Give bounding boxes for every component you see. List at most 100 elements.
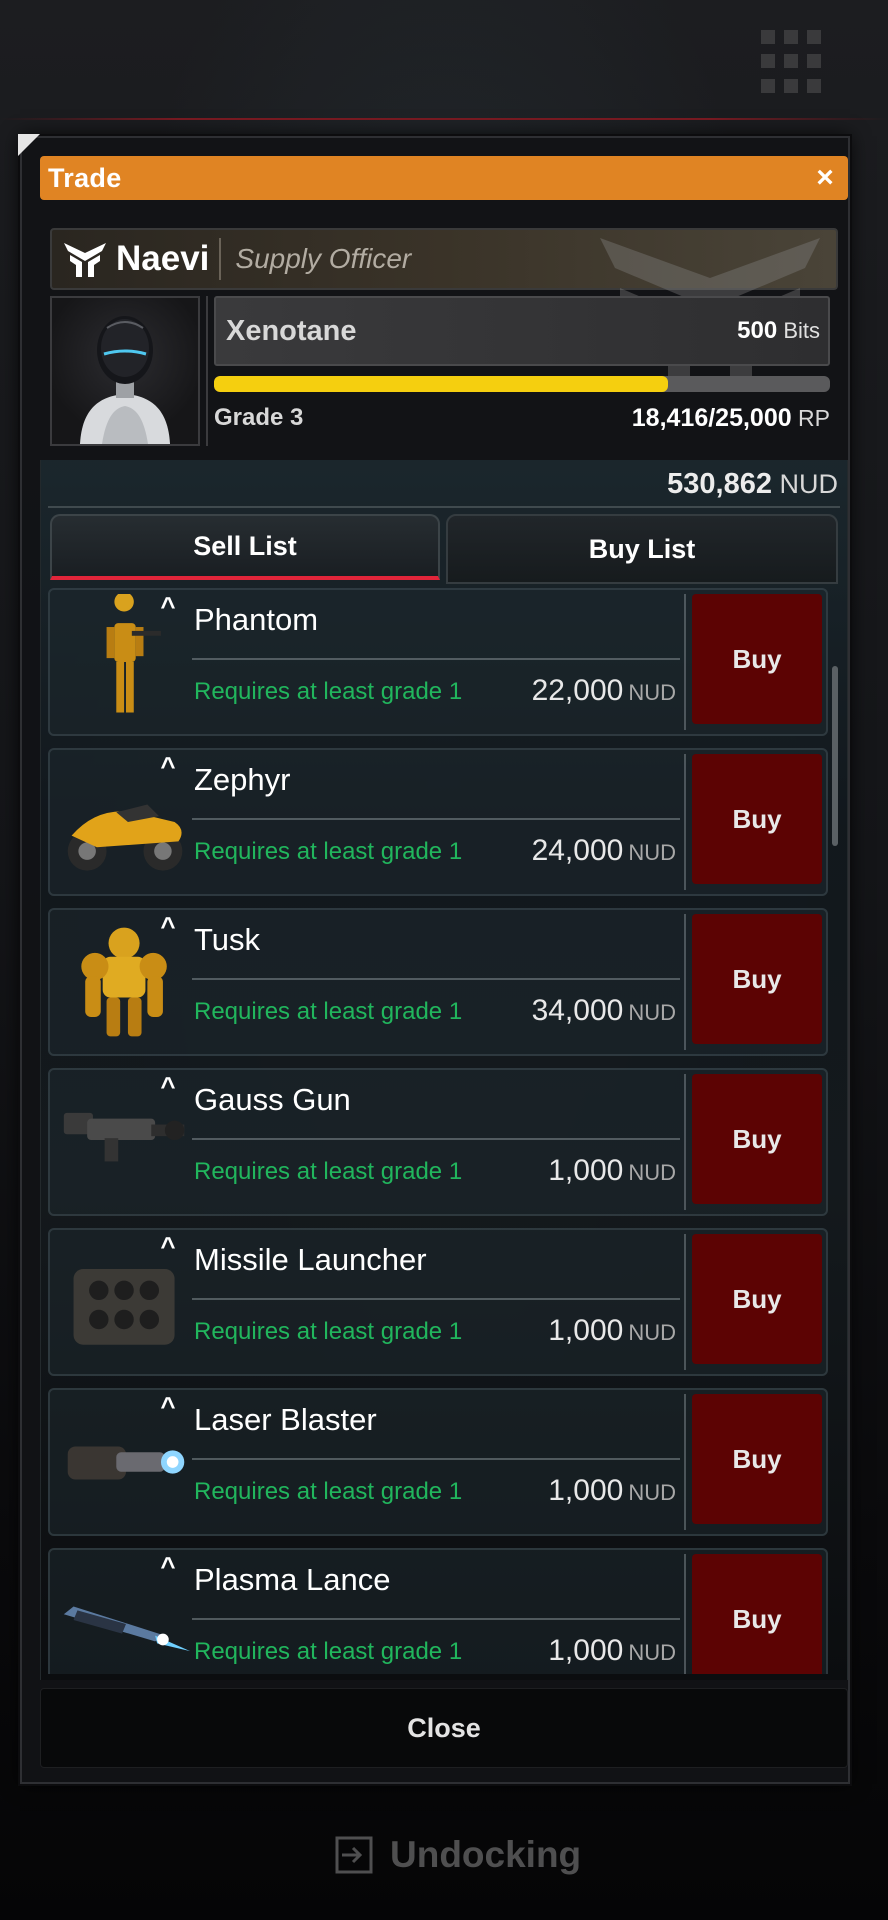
item-separator <box>684 754 686 890</box>
close-button[interactable]: Close <box>40 1688 848 1768</box>
balance-value: 530,862 <box>667 468 772 500</box>
buy-button[interactable]: Buy <box>692 754 822 884</box>
buy-button[interactable]: Buy <box>692 1394 822 1524</box>
chevron-up-icon[interactable]: ^ <box>156 1393 180 1419</box>
item-price: 1,000 NUD <box>548 1634 676 1668</box>
officer-name: Naevi <box>116 239 210 278</box>
undocking-button[interactable]: Undocking <box>334 1834 581 1876</box>
item-name: Plasma Lance <box>194 1562 391 1597</box>
exit-icon <box>335 1836 373 1874</box>
item-divider <box>192 818 680 820</box>
item-name: Missile Launcher <box>194 1242 427 1277</box>
item-name: Gauss Gun <box>194 1082 351 1117</box>
chevron-up-icon[interactable]: ^ <box>156 913 180 939</box>
price-value: 1,000 <box>548 1314 624 1347</box>
price-unit: NUD <box>628 1640 676 1665</box>
list-item: ^ Laser Blaster Requires at least grade 1 1… <box>48 1388 828 1538</box>
price-unit: NUD <box>628 1000 676 1025</box>
faction-logo-icon <box>64 243 106 277</box>
chevron-up-icon[interactable]: ^ <box>156 753 180 779</box>
item-price: 1,000 NUD <box>548 1314 676 1348</box>
item-separator <box>684 1394 686 1530</box>
item-requirement: Requires at least grade 1 <box>194 678 463 705</box>
list-item: ^ Zephyr Requires at least grade 1 24,000 NU… <box>48 748 828 898</box>
buy-button[interactable]: Buy <box>692 1554 822 1674</box>
rp-value: 18,416/25,000 <box>631 404 792 432</box>
buy-button[interactable]: Buy <box>692 914 822 1044</box>
buy-button[interactable]: Buy <box>692 594 822 724</box>
list-item: ^ Missile Launcher Requires at least grade… <box>48 1228 828 1378</box>
item-requirement: Requires at least grade 1 <box>194 838 463 865</box>
faction-name: Xenotane <box>226 314 357 347</box>
reputation-progress-bar <box>214 376 830 392</box>
item-divider <box>192 1138 680 1140</box>
item-separator <box>684 1074 686 1210</box>
item-separator <box>684 914 686 1050</box>
price-unit: NUD <box>628 1480 676 1505</box>
item-price: 34,000 NUD <box>532 994 676 1028</box>
balance: 530,862 NUD <box>667 468 838 501</box>
menu-grid-icon[interactable] <box>761 30 825 94</box>
item-requirement: Requires at least grade 1 <box>194 1638 463 1665</box>
dialog-title-bar: Trade × <box>40 156 848 200</box>
list-item: ^ Plasma Lance Requires at least grade 1 1,… <box>48 1548 828 1674</box>
tab-sell-list[interactable]: Sell List <box>50 514 440 580</box>
chevron-up-icon[interactable]: ^ <box>156 593 180 619</box>
bits-value: 500 <box>737 317 778 344</box>
list-scrollbar[interactable] <box>832 666 838 846</box>
faction-bits: 500 Bits <box>737 317 820 345</box>
price-unit: NUD <box>628 680 676 705</box>
corner-accent <box>18 134 40 156</box>
buy-button[interactable]: Buy <box>692 1234 822 1364</box>
reputation-points: 18,416/25,000 RP <box>632 404 830 433</box>
item-divider <box>192 1458 680 1460</box>
android-portrait-icon <box>80 316 170 444</box>
divider <box>0 118 888 120</box>
item-divider <box>192 1298 680 1300</box>
officer-avatar <box>50 296 200 446</box>
item-requirement: Requires at least grade 1 <box>194 1478 463 1505</box>
chevron-up-icon[interactable]: ^ <box>156 1073 180 1099</box>
undocking-label: Undocking <box>390 1834 582 1875</box>
list-item: ^ Gauss Gun Requires at least grade 1 1,000… <box>48 1068 828 1218</box>
item-requirement: Requires at least grade 1 <box>194 998 463 1025</box>
item-divider <box>192 1618 680 1620</box>
balance-divider <box>48 506 840 508</box>
item-name: Zephyr <box>194 762 291 797</box>
grade-label: Grade 3 <box>214 404 304 431</box>
rp-unit: RP <box>798 405 830 431</box>
dialog-title: Trade <box>48 162 122 193</box>
balance-unit: NUD <box>779 469 839 499</box>
portrait-separator <box>206 296 208 446</box>
item-divider <box>192 658 680 660</box>
officer-role: Supply Officer <box>235 243 412 274</box>
chevron-up-icon[interactable]: ^ <box>156 1233 180 1259</box>
price-unit: NUD <box>628 1160 676 1185</box>
item-separator <box>684 594 686 730</box>
reputation-progress-fill <box>214 376 668 392</box>
list-item: ^ Tusk Requires at least grade 1 34,000 NUD B… <box>48 908 828 1058</box>
item-price: 1,000 NUD <box>548 1154 676 1188</box>
item-requirement: Requires at least grade 1 <box>194 1158 463 1185</box>
item-price: 24,000 NUD <box>532 834 676 868</box>
chevron-up-icon[interactable]: ^ <box>156 1553 180 1579</box>
list-item: ^ Phantom Requires at least grade 1 22,000 N… <box>48 588 828 738</box>
officer-separator <box>219 238 222 280</box>
item-name: Tusk <box>194 922 261 957</box>
faction-info: Xenotane 500 Bits <box>214 296 830 366</box>
price-value: 1,000 <box>548 1634 624 1667</box>
item-price: 1,000 NUD <box>548 1474 676 1508</box>
buy-button[interactable]: Buy <box>692 1074 822 1204</box>
item-list[interactable]: ^ Phantom Requires at least grade 1 22,000 N… <box>48 588 838 1674</box>
price-unit: NUD <box>628 840 676 865</box>
close-icon[interactable]: × <box>810 163 840 193</box>
item-divider <box>192 978 680 980</box>
item-price: 22,000 NUD <box>532 674 676 708</box>
price-value: 34,000 <box>531 994 624 1027</box>
item-name: Phantom <box>194 602 319 637</box>
tab-buy-list[interactable]: Buy List <box>446 514 838 584</box>
price-value: 1,000 <box>548 1154 624 1187</box>
item-name: Laser Blaster <box>194 1402 377 1437</box>
item-separator <box>684 1554 686 1674</box>
item-requirement: Requires at least grade 1 <box>194 1318 463 1345</box>
